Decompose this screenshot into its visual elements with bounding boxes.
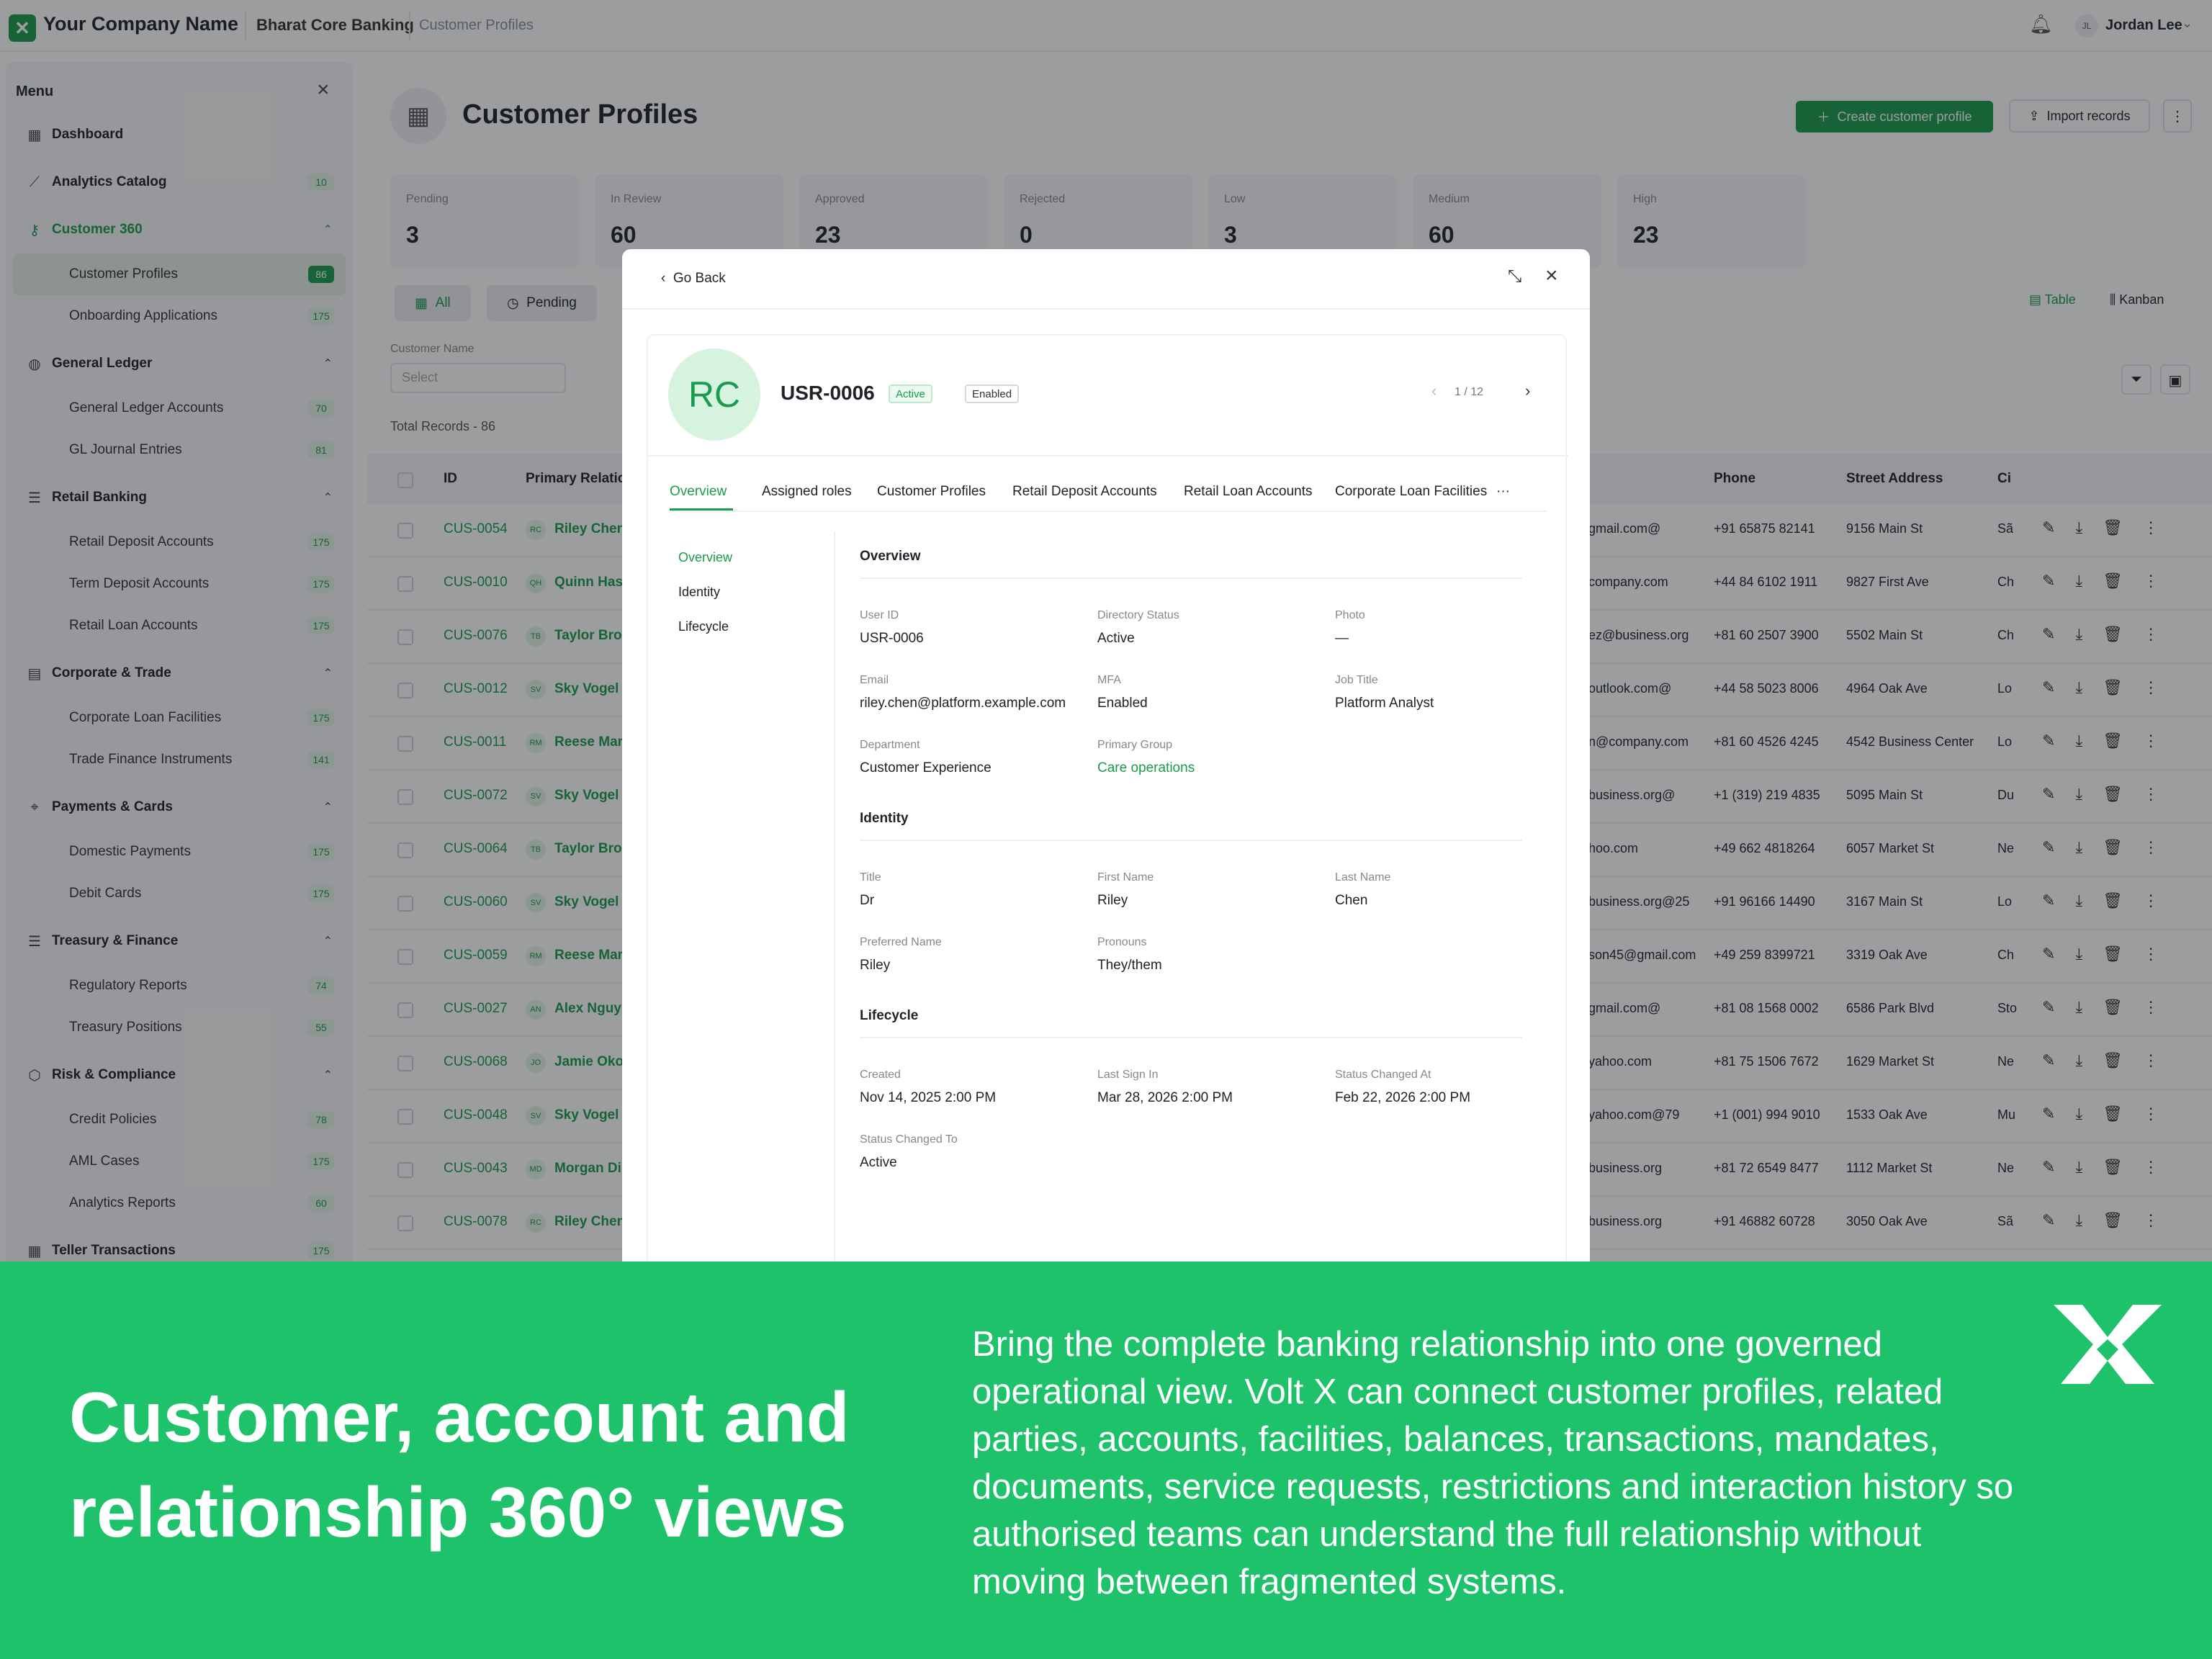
tab-corporate-loan-facilities[interactable]: Corporate Loan Facilities xyxy=(1335,484,1487,500)
field-label-changed-at: Status Changed At xyxy=(1335,1069,1431,1081)
field-value-changed-at: Feb 22, 2026 2:00 PM xyxy=(1335,1090,1471,1105)
field-label-user-id: User ID xyxy=(860,609,899,621)
user-id-heading: USR-0006 xyxy=(781,382,875,404)
volt-x-logo-icon xyxy=(2054,1305,2162,1384)
side-nav-lifecycle[interactable]: Lifecycle xyxy=(678,619,729,634)
field-value-pron: They/them xyxy=(1097,958,1162,973)
field-value-pref: Riley xyxy=(860,958,891,973)
field-label-first: First Name xyxy=(1097,871,1154,884)
divider xyxy=(860,1037,1522,1038)
field-label-pron: Pronouns xyxy=(1097,936,1147,948)
field-value-signin: Mar 28, 2026 2:00 PM xyxy=(1097,1090,1233,1105)
field-value-photo: — xyxy=(1335,631,1349,646)
divider xyxy=(860,577,1522,579)
active-tab-underline xyxy=(670,508,733,511)
divider xyxy=(860,840,1522,841)
field-label-pref: Preferred Name xyxy=(860,936,942,948)
tab-assigned-roles[interactable]: Assigned roles xyxy=(762,484,852,500)
field-value-created: Nov 14, 2025 2:00 PM xyxy=(860,1090,997,1105)
field-value-title: Dr xyxy=(860,893,875,908)
chevron-right-icon[interactable]: › xyxy=(1525,382,1530,400)
field-label-email: Email xyxy=(860,674,889,686)
field-label-dept: Department xyxy=(860,739,920,751)
banner-headline: Customer, account and relationship 360° … xyxy=(69,1377,850,1552)
side-nav-overview[interactable]: Overview xyxy=(678,550,732,565)
section-overview-title: Overview xyxy=(860,549,921,564)
field-value-changed-to: Active xyxy=(860,1155,897,1170)
field-label-job: Job Title xyxy=(1335,674,1378,686)
field-label-photo: Photo xyxy=(1335,609,1365,621)
tab-[interactable]: ··· xyxy=(1496,484,1510,500)
side-nav-identity[interactable]: Identity xyxy=(678,585,720,600)
chevron-left-icon[interactable]: ‹ xyxy=(1431,382,1437,400)
field-label-last: Last Name xyxy=(1335,871,1391,884)
mfa-badge: Enabled xyxy=(965,385,1020,403)
tab-customer-profiles[interactable]: Customer Profiles xyxy=(877,484,986,500)
tab-divider xyxy=(670,511,1547,512)
field-label-group: Primary Group xyxy=(1097,739,1173,751)
tab-retail-loan-accounts[interactable]: Retail Loan Accounts xyxy=(1184,484,1313,500)
field-value-group[interactable]: Care operations xyxy=(1097,760,1195,776)
avatar: RC xyxy=(668,349,760,441)
field-label-changed-to: Status Changed To xyxy=(860,1133,958,1146)
field-value-dept: Customer Experience xyxy=(860,760,992,775)
divider xyxy=(648,455,1568,457)
banner-body: Bring the complete banking relationship … xyxy=(972,1325,2014,1601)
section-identity-title: Identity xyxy=(860,811,909,826)
field-value-last: Chen xyxy=(1335,893,1368,908)
field-value-first: Riley xyxy=(1097,893,1128,908)
field-label-title: Title xyxy=(860,871,881,884)
record-pager: 1 / 12 xyxy=(1455,386,1484,398)
modal-header: ‹ Go Back ⤡ × xyxy=(622,249,1590,310)
field-label-created: Created xyxy=(860,1069,901,1081)
field-label-signin: Last Sign In xyxy=(1097,1069,1159,1081)
chevron-left-icon: ‹ xyxy=(661,271,673,286)
field-label-mfa: MFA xyxy=(1097,674,1121,686)
field-value-dir-status: Active xyxy=(1097,631,1135,646)
go-back-button[interactable]: ‹ Go Back xyxy=(661,271,726,287)
field-value-user-id: USR-0006 xyxy=(860,631,924,646)
tab-overview[interactable]: Overview xyxy=(670,484,727,500)
field-label-dir-status: Directory Status xyxy=(1097,609,1179,621)
field-value-email: riley.chen@platform.example.com xyxy=(860,696,1066,711)
collapse-icon[interactable]: ⤡ xyxy=(1508,266,1521,287)
section-lifecycle-title: Lifecycle xyxy=(860,1008,919,1023)
field-value-mfa: Enabled xyxy=(1097,696,1148,711)
marketing-banner: Customer, account and relationship 360° … xyxy=(0,1262,2212,1659)
close-icon[interactable]: × xyxy=(1545,264,1558,288)
status-badge: Active xyxy=(889,385,932,403)
tab-retail-deposit-accounts[interactable]: Retail Deposit Accounts xyxy=(1012,484,1157,500)
field-value-job: Platform Analyst xyxy=(1335,696,1434,711)
